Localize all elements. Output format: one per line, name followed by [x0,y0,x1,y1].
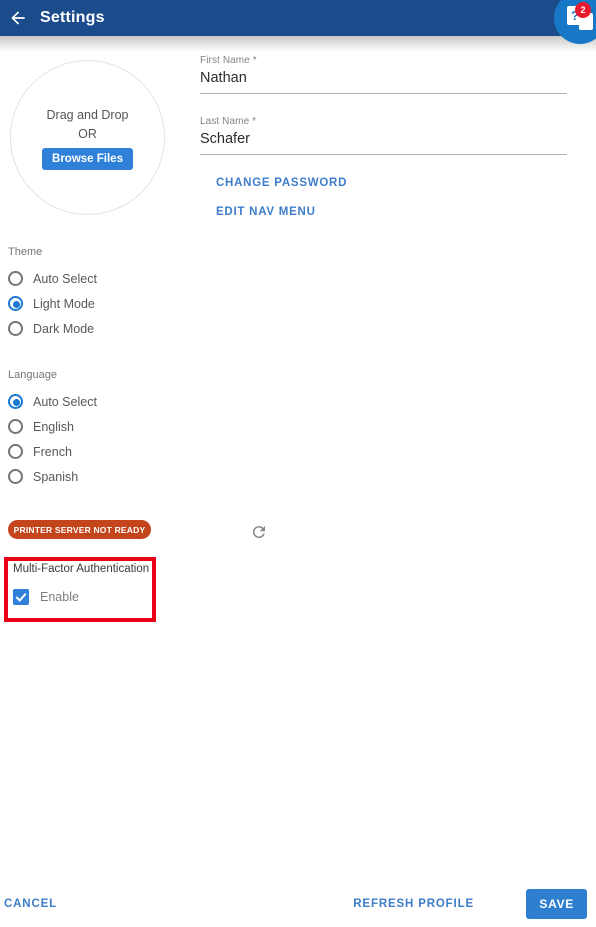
dropzone-drag-text: Drag and Drop [46,107,129,122]
language-option-label: Spanish [33,469,79,484]
save-button[interactable]: SAVE [526,889,587,919]
account-actions: CHANGE PASSWORD EDIT NAV MENU [200,177,567,218]
mfa-enable-row[interactable]: Enable [13,589,152,605]
language-option-label: English [33,419,74,434]
language-option-label: Auto Select [33,394,97,409]
theme-option-light-mode[interactable]: Light Mode [8,291,97,316]
cancel-button[interactable]: CANCEL [0,892,61,916]
language-group: Language Auto Select English French Span… [8,369,97,489]
theme-option-label: Auto Select [33,271,97,286]
theme-option-dark-mode[interactable]: Dark Mode [8,316,97,341]
edit-nav-menu-link[interactable]: EDIT NAV MENU [216,206,567,218]
mfa-title: Multi-Factor Authentication [13,563,150,575]
theme-group: Theme Auto Select Light Mode Dark Mode [8,246,97,341]
app-header: Settings ? 2 [0,0,596,44]
back-button[interactable] [0,0,36,36]
printer-server-status-badge[interactable]: PRINTER SERVER NOT READY [8,520,151,539]
browse-files-button[interactable]: Browse Files [42,147,133,170]
radio-icon [8,469,23,484]
language-group-title: Language [8,369,57,381]
theme-option-label: Dark Mode [33,321,95,336]
profile-form: First Name * Last Name * CHANGE PASSWORD… [200,55,567,235]
theme-option-label: Light Mode [33,296,95,311]
language-option-english[interactable]: English [8,414,97,439]
radio-icon [8,419,23,434]
radio-icon-selected [8,394,23,409]
first-name-label: First Name * [200,55,257,66]
language-option-spanish[interactable]: Spanish [8,464,97,489]
first-name-field-group: First Name * [200,55,567,94]
mfa-enable-checkbox[interactable] [13,589,29,605]
avatar-dropzone[interactable]: Drag and Drop OR Browse Files [10,60,165,215]
theme-option-auto-select[interactable]: Auto Select [8,266,97,291]
last-name-label: Last Name * [200,116,257,127]
help-notification-badge: 2 [575,2,591,18]
language-option-label: French [33,444,72,459]
dropzone-or-text: OR [78,126,97,141]
arrow-left-icon [11,11,25,25]
radio-icon [8,271,23,286]
language-option-auto-select[interactable]: Auto Select [8,389,97,414]
header-shadow [0,36,596,52]
last-name-field-group: Last Name * [200,116,567,155]
refresh-spinner-icon [250,523,268,541]
radio-icon [8,444,23,459]
mfa-enable-label: Enable [40,590,79,604]
first-name-input[interactable] [200,70,567,94]
theme-group-title: Theme [8,246,43,258]
radio-icon-selected [8,296,23,311]
page-title: Settings [40,9,105,26]
language-option-french[interactable]: French [8,439,97,464]
change-password-link[interactable]: CHANGE PASSWORD [216,177,567,189]
footer-action-bar: CANCEL REFRESH PROFILE SAVE [0,881,596,927]
multi-factor-authentication-section: Multi-Factor Authentication Enable [4,557,156,622]
refresh-profile-button[interactable]: REFRESH PROFILE [349,892,478,916]
last-name-input[interactable] [200,131,567,155]
settings-page: Settings ? 2 Drag and Drop OR Browse Fil… [0,0,596,927]
radio-icon [8,321,23,336]
